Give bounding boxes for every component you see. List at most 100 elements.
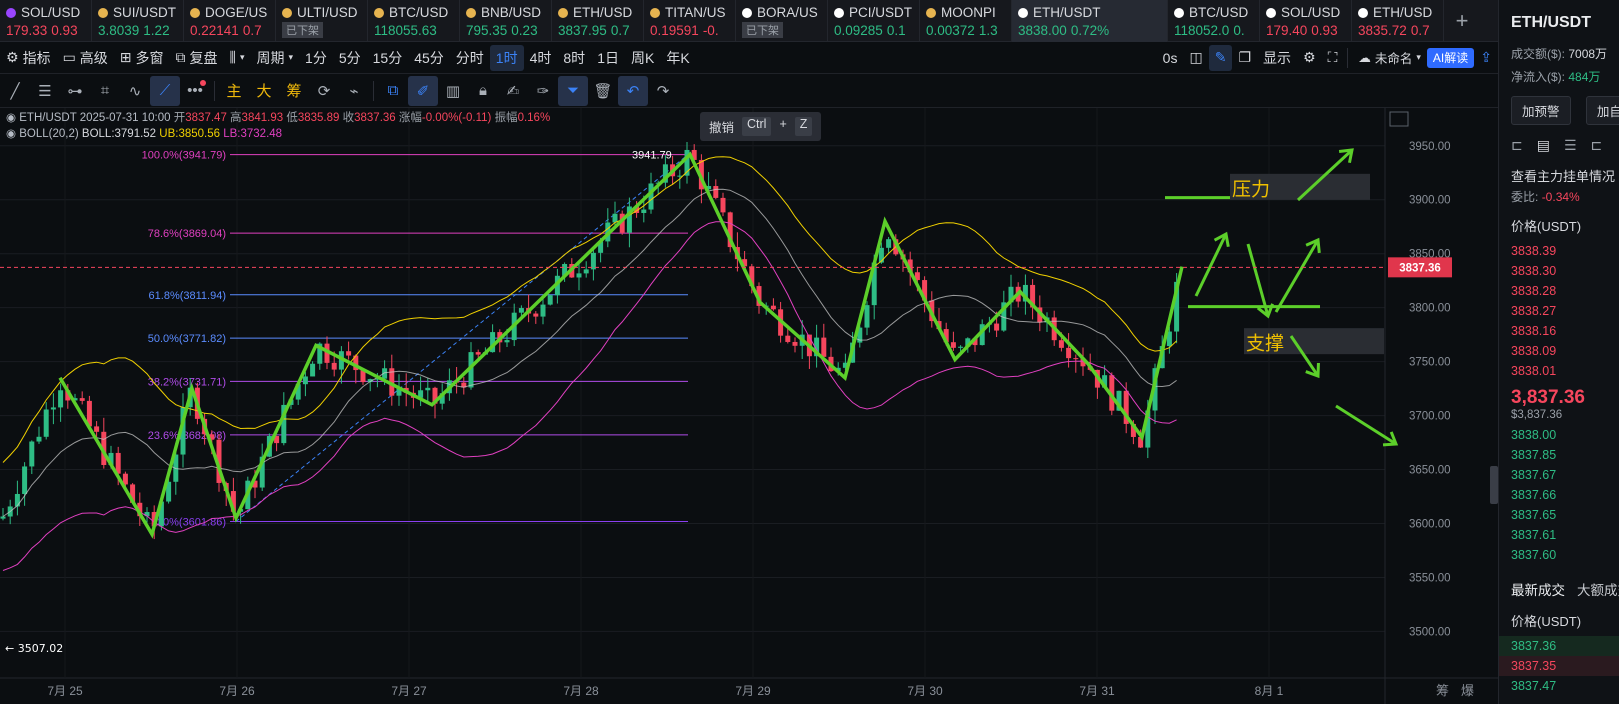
ask-row[interactable]: 3838.27 [1499, 301, 1619, 321]
settings-icon[interactable]: ⚙ [1297, 45, 1322, 71]
chart-scroll-handle[interactable] [1490, 466, 1498, 504]
tab-quote: 0.22141 0.7 [190, 23, 275, 38]
fullscreen-icon[interactable]: ⛶ [1322, 45, 1344, 71]
ask-row[interactable]: 3838.30 [1499, 261, 1619, 281]
indicators-button[interactable]: ⚙ 指标 [0, 45, 57, 71]
period-dropdown[interactable]: 周期 ▾ [251, 45, 300, 71]
ai-analysis-button[interactable]: AI解读 [1426, 47, 1475, 68]
ask-row[interactable]: 3838.09 [1499, 341, 1619, 361]
main-indicator-button[interactable]: 主 [219, 76, 249, 106]
trash-icon[interactable]: 🗑︎ [588, 76, 618, 106]
camera-icon[interactable]: ◫ [1183, 45, 1208, 71]
tab-header: ETH/USDT [1018, 5, 1167, 20]
symbol-tab[interactable]: PCI/USDT 0.09285 0.1 [828, 0, 920, 42]
tab-quote: 118052.0 0. [1174, 23, 1259, 38]
display-button[interactable]: 显示 [1257, 45, 1297, 71]
chips-button[interactable]: 筹 [279, 76, 309, 106]
filter-icon[interactable]: ⏷ [558, 75, 588, 106]
x-tick-label: 7月 29 [735, 684, 771, 698]
add-watchlist-button[interactable]: 加自选 [1585, 96, 1619, 125]
chart-type-button[interactable]: ⫼ ▾ [224, 45, 251, 71]
trend-line-tool-icon[interactable]: ⟋ [150, 75, 180, 106]
ask-row[interactable]: 3838.28 [1499, 281, 1619, 301]
bid-row[interactable]: 3837.65 [1499, 505, 1619, 525]
redo-icon[interactable]: ↷ [648, 76, 678, 106]
pen-icon[interactable]: ✐ [408, 75, 438, 106]
brush-icon[interactable]: ✑ [528, 76, 558, 106]
interval-button[interactable]: 1日 [591, 45, 625, 71]
layout-name-dropdown[interactable]: ☁ 未命名 ▾ [1352, 45, 1427, 71]
add-alert-button[interactable]: 加预警 [1511, 96, 1571, 125]
orderbook-asks-icon[interactable]: ☰ [1564, 137, 1577, 154]
multiwindow-button[interactable]: ⊞ 多窗 [114, 45, 170, 71]
interval-button[interactable]: 45分 [408, 45, 450, 71]
symbol-tab[interactable]: DOGE/US 0.22141 0.7 [184, 0, 276, 42]
ray-tool-icon[interactable]: ⊶ [60, 76, 90, 106]
bid-row[interactable]: 3837.66 [1499, 485, 1619, 505]
advanced-button[interactable]: ▭ 高级 [57, 45, 114, 71]
candle-body [576, 273, 582, 278]
hline-tool-icon[interactable]: ☰ [30, 76, 60, 106]
bid-row[interactable]: 3837.85 [1499, 445, 1619, 465]
ask-row[interactable]: 3838.16 [1499, 321, 1619, 341]
symbol-tab[interactable]: SUI/USDT 3.8039 1.22 [92, 0, 184, 42]
interval-button[interactable]: 5分 [333, 45, 367, 71]
interval-button[interactable]: 15分 [367, 45, 409, 71]
orderbook-depth-icon[interactable]: ⊏ [1591, 137, 1603, 154]
interval-button[interactable]: 分时 [450, 45, 490, 71]
bora-icon [742, 7, 752, 18]
undo-icon[interactable]: ↶ [618, 75, 648, 106]
bid-row[interactable]: 3837.60 [1499, 545, 1619, 565]
symbol-tab[interactable]: BORA/US 已下架 [736, 0, 828, 42]
orderbook-both-icon[interactable]: ⊏ [1511, 137, 1523, 154]
candle-body [22, 466, 28, 494]
interval-button[interactable]: 4时 [524, 45, 558, 71]
interval-button[interactable]: 8时 [557, 45, 591, 71]
replay-button[interactable]: ⧉ 复盘 [170, 45, 224, 71]
symbol-tab[interactable]: SOL/USD 179.40 0.93 [1260, 0, 1352, 42]
big-order-button[interactable]: 大 [249, 76, 279, 106]
wave-tool-icon[interactable]: ∿ [120, 76, 150, 106]
bid-row[interactable]: 3838.00 [1499, 425, 1619, 445]
bid-list: 3838.00 3837.85 3837.67 3837.66 3837.65 3837.… [1499, 425, 1619, 565]
symbol-tab[interactable]: BTC/USD 118055.63 [368, 0, 460, 42]
add-tab-icon[interactable]: + [1444, 0, 1480, 42]
interval-button[interactable]: 1时 [489, 44, 524, 71]
bars-icon[interactable]: ▥ [438, 76, 468, 106]
interval-button[interactable]: 周K [625, 45, 660, 71]
more-tools-icon[interactable]: ••• [180, 76, 210, 106]
copy-icon[interactable]: ⧉ [378, 76, 408, 106]
symbol-tab[interactable]: SOL/USD 179.33 0.93 [0, 0, 92, 42]
symbol-tab[interactable]: ETH/USD 3837.95 0.7 [552, 0, 644, 42]
share-icon[interactable]: ⇪ [1474, 45, 1498, 71]
symbol-tab[interactable]: ETH/USD 3835.72 0.7 [1352, 0, 1444, 42]
ask-row[interactable]: 3838.01 [1499, 361, 1619, 381]
ruler-tool-icon[interactable]: ⌗ [90, 76, 120, 106]
symbol-tab[interactable]: ETH/USDT 3838.00 0.72% [1012, 0, 1168, 42]
bid-row[interactable]: 3837.61 [1499, 525, 1619, 545]
cycle-tool-icon[interactable]: ⟳ [309, 76, 339, 106]
tab-big-trades[interactable]: 大额成交 [1577, 579, 1619, 599]
symbol-tab[interactable]: BTC/USD 118052.0 0. [1168, 0, 1260, 42]
line-tool-icon[interactable]: ╱ [0, 76, 30, 106]
interval-button[interactable]: 1分 [299, 45, 333, 71]
tab-header: SOL/USD [1266, 5, 1351, 20]
orderbook-bids-icon[interactable]: ▤ [1537, 137, 1550, 154]
last-price-usd: $3,837.36 [1511, 409, 1563, 421]
main-orders-link[interactable]: 查看主力挂单情况 [1499, 154, 1619, 185]
magnet-tool-icon[interactable]: ⌁ [339, 76, 369, 106]
interval-button[interactable]: 年K [660, 45, 695, 71]
symbol-tab[interactable]: BNB/USD 795.35 0.23 [460, 0, 552, 42]
tab-latest-trades[interactable]: 最新成交 [1511, 579, 1565, 599]
bid-row[interactable]: 3837.67 [1499, 465, 1619, 485]
symbol-tab[interactable]: MOONPI 0.00372 1.3 [920, 0, 1012, 42]
ask-row[interactable]: 3838.39 [1499, 241, 1619, 261]
symbol-tab[interactable]: ULTI/USD 已下架 [276, 0, 368, 42]
symbol-tab[interactable]: TITAN/US 0.19591 -0. [644, 0, 736, 42]
seconds-label[interactable]: 0s [1157, 45, 1184, 71]
draw-edit-icon[interactable]: ✎ [1208, 44, 1233, 71]
note-icon[interactable]: ✍ [498, 76, 528, 106]
price-chart[interactable]: 3950.003900.003850.003800.003750.003700.… [0, 108, 1498, 704]
lock-icon[interactable]: 🔒︎ [468, 76, 498, 106]
window-icon[interactable]: ❐ [1232, 45, 1257, 71]
